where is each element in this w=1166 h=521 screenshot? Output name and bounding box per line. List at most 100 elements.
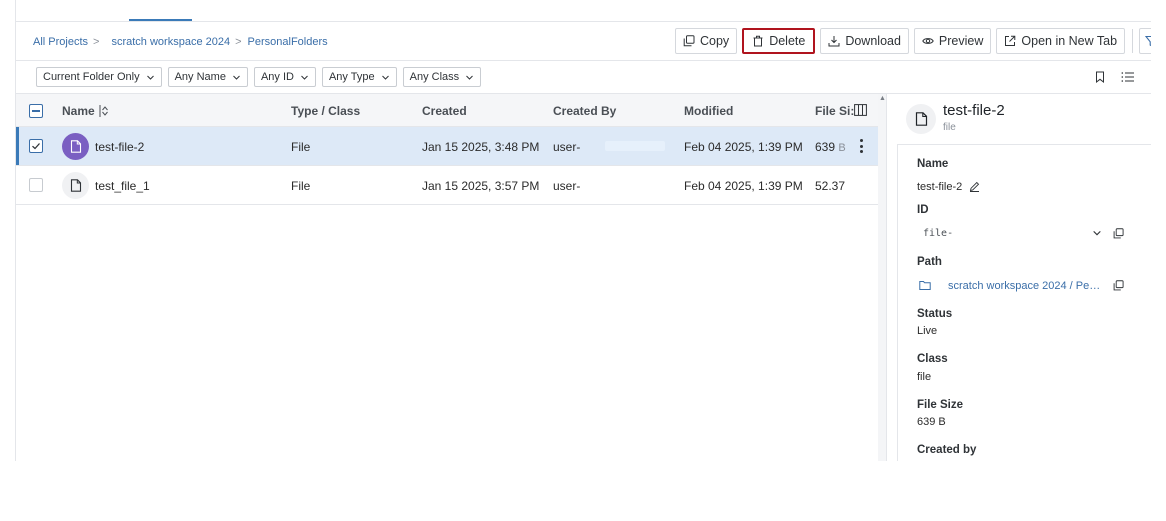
copy-button[interactable]: Copy: [675, 28, 738, 54]
column-header-name-label: Name: [62, 104, 95, 118]
table-scrollbar[interactable]: ▲: [878, 94, 886, 461]
breadcrumb-folder[interactable]: PersonalFolders: [248, 36, 328, 48]
column-header-type[interactable]: Type / Class: [291, 104, 360, 118]
cell-created: Jan 15 2025, 3:48 PM: [422, 140, 540, 154]
filter-folder-scope[interactable]: Current Folder Only: [36, 67, 162, 87]
details-subtitle: file: [943, 122, 956, 133]
copy-id-icon[interactable]: [1113, 228, 1124, 239]
column-header-size[interactable]: File Si:: [815, 104, 854, 118]
cell-size-value: 639: [815, 140, 836, 154]
column-header-name[interactable]: Name: [62, 104, 109, 118]
cell-type: File: [291, 179, 311, 193]
cell-created-by: user-: [553, 140, 581, 154]
cell-created-by: user-: [553, 179, 581, 193]
file-avatar: [62, 172, 89, 199]
file-avatar: [62, 133, 89, 160]
table-row[interactable]: test-file-2 File Jan 15 2025, 3:48 PM us…: [16, 127, 886, 166]
cell-name[interactable]: test_file_1: [95, 179, 150, 193]
details-properties: Name test-file-2 ID file- Path scratch w…: [897, 144, 1151, 461]
row-checkbox[interactable]: [29, 139, 43, 153]
download-icon: [828, 36, 840, 47]
filter-label: Any Name: [174, 71, 226, 83]
copy-icon: [683, 35, 695, 47]
cell-modified: Feb 04 2025, 1:39 PM: [684, 140, 803, 154]
toolbar: All Projects > scratch workspace 2024 > …: [16, 22, 1151, 61]
select-all-checkbox[interactable]: [29, 104, 43, 118]
cell-type: File: [291, 140, 311, 154]
breadcrumb-all-projects[interactable]: All Projects: [33, 36, 88, 48]
preview-button-label: Preview: [938, 34, 984, 48]
redacted-username: [605, 141, 665, 151]
toolbar-divider: [1132, 29, 1134, 53]
column-header-created[interactable]: Created: [422, 104, 467, 118]
filter-toggle-button[interactable]: [1139, 28, 1151, 54]
details-file-avatar: [906, 104, 936, 134]
breadcrumb: All Projects > scratch workspace 2024 > …: [33, 36, 328, 48]
filter-class[interactable]: Any Class: [402, 67, 482, 87]
row-more-icon[interactable]: [858, 139, 864, 153]
chevron-down-icon: [301, 75, 308, 80]
details-size-value: 639 B: [917, 416, 946, 428]
filter-id[interactable]: Any ID: [253, 67, 316, 87]
scroll-up-icon[interactable]: ▲: [879, 95, 886, 102]
breadcrumb-project[interactable]: scratch workspace 2024: [111, 36, 230, 48]
details-created-by-label: Created by: [917, 444, 977, 456]
filter-bar: Current Folder Only Any Name Any ID Any …: [16, 61, 1151, 94]
details-id-label: ID: [917, 204, 929, 216]
chevron-down-icon[interactable]: [1092, 228, 1102, 238]
edit-pencil-icon[interactable]: [969, 181, 980, 192]
file-icon: [70, 140, 81, 153]
breadcrumb-separator: >: [93, 36, 100, 48]
bookmark-icon[interactable]: [1094, 71, 1106, 83]
file-icon: [70, 179, 81, 192]
breadcrumb-separator: >: [235, 36, 242, 48]
chevron-down-icon: [466, 75, 474, 80]
chevron-down-icon: [233, 75, 240, 80]
cell-size-unit: B: [838, 142, 846, 154]
filter-name[interactable]: Any Name: [167, 67, 248, 87]
filter-label: Current Folder Only: [43, 71, 140, 83]
file-manager-app: All Projects > scratch workspace 2024 > …: [15, 0, 1151, 461]
details-title: test-file-2: [943, 102, 1005, 119]
list-view-icon[interactable]: [1121, 71, 1135, 83]
preview-button[interactable]: Preview: [913, 28, 992, 54]
details-path-label: Path: [917, 256, 942, 268]
details-size-label: File Size: [917, 399, 964, 411]
download-button-label: Download: [845, 34, 901, 48]
column-header-created-by[interactable]: Created By: [553, 104, 616, 118]
delete-button[interactable]: Delete: [742, 28, 816, 54]
details-name-value: test-file-2: [917, 181, 963, 193]
details-path-link[interactable]: scratch workspace 2024 / Pe…: [948, 280, 1100, 292]
trash-icon: [753, 35, 763, 47]
filter-type[interactable]: Any Type: [321, 67, 397, 87]
file-table: Name Type / Class Created Created By Mod…: [16, 94, 886, 205]
details-class-value: file: [917, 371, 932, 383]
details-id-value: file-: [923, 228, 954, 239]
details-class-label: Class: [917, 353, 948, 365]
table-row[interactable]: test_file_1 File Jan 15 2025, 3:57 PM us…: [16, 166, 886, 205]
details-name-label: Name: [917, 158, 949, 170]
filter-label: Any ID: [260, 71, 294, 83]
details-status-value: Live: [917, 325, 938, 337]
folder-icon: [919, 281, 931, 290]
column-header-modified[interactable]: Modified: [684, 104, 733, 118]
sort-icon[interactable]: [99, 105, 109, 117]
action-buttons: Copy Delete Download Preview Open in New…: [675, 28, 1151, 54]
details-status-label: Status: [917, 308, 953, 320]
row-checkbox[interactable]: [29, 178, 43, 192]
filter-icon: [1145, 35, 1151, 46]
eye-icon: [922, 38, 934, 44]
chevron-down-icon: [381, 75, 389, 80]
cell-size-value: 52.37: [815, 179, 846, 193]
cell-size: 52.37: [815, 179, 845, 193]
copy-button-label: Copy: [700, 34, 730, 48]
external-link-icon: [1005, 35, 1016, 46]
checkmark-icon: [32, 143, 40, 150]
columns-icon[interactable]: [854, 104, 867, 116]
download-button[interactable]: Download: [820, 28, 909, 54]
open-new-tab-button[interactable]: Open in New Tab: [996, 28, 1126, 54]
chevron-down-icon: [146, 75, 154, 80]
copy-path-icon[interactable]: [1113, 280, 1124, 291]
cell-name[interactable]: test-file-2: [95, 140, 144, 154]
details-panel: ▲ test-file-2 file Name test-file-2 ID f…: [878, 94, 1151, 461]
